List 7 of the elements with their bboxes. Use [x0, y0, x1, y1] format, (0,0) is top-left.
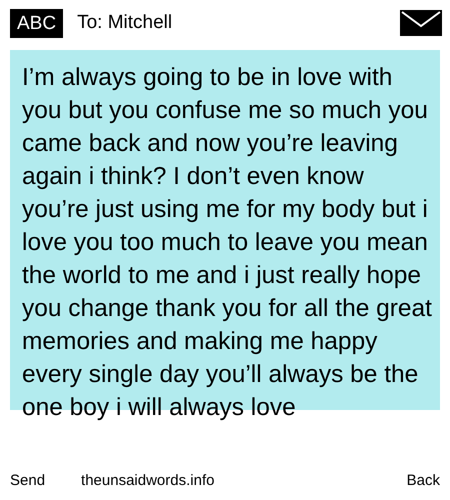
abc-badge: ABC [10, 8, 64, 38]
recipient-label: To: Mitchell [77, 10, 172, 35]
envelope-icon [400, 10, 442, 36]
back-button[interactable]: Back [406, 470, 440, 492]
site-url: theunsaidwords.info [81, 470, 214, 490]
message-text: I’m always going to be in love with you but you confuse me so much you came back and now you’re leaving again i think? I don’t even know you’re just using me for my body but i love you too much to leave you mean the world to me and i just really hope you change thank you for all the great memories and making me happy every single day you’ll always be the one boy i will always love [22, 63, 432, 423]
send-button[interactable]: Send [10, 470, 46, 492]
